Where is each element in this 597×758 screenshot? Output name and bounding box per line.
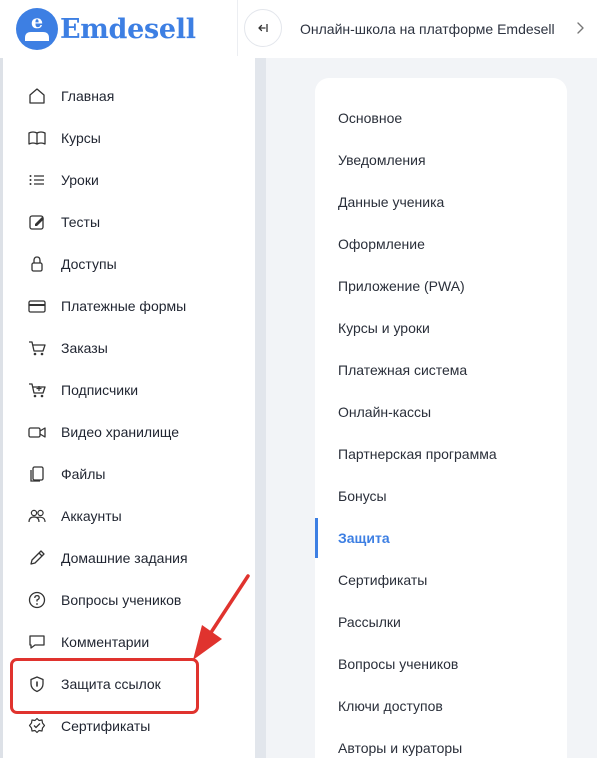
- logo-mark-icon: e: [16, 8, 58, 50]
- question-circle-icon: [28, 591, 46, 609]
- settings-item[interactable]: Сертификаты: [315, 560, 567, 600]
- settings-item-label: Основное: [338, 110, 403, 126]
- settings-item[interactable]: Вопросы учеников: [315, 644, 567, 684]
- sidebar-item-label: Тесты: [61, 214, 101, 230]
- sidebar-item-label: Комментарии: [61, 634, 150, 650]
- sidebar-item[interactable]: Вопросы учеников: [0, 580, 252, 620]
- credit-card-icon: [28, 297, 46, 315]
- settings-item-label: Курсы и уроки: [338, 320, 430, 336]
- logo-letter: e: [31, 11, 43, 33]
- active-indicator: [315, 518, 318, 558]
- badge-check-icon: [28, 717, 46, 735]
- settings-item[interactable]: Курсы и уроки: [315, 308, 567, 348]
- sidebar-item[interactable]: Курсы: [0, 118, 252, 158]
- sidebar-item-label: Подписчики: [61, 382, 139, 398]
- sidebar-item[interactable]: Платежные формы: [0, 286, 252, 326]
- sidebar-item[interactable]: Видео хранилище: [0, 412, 252, 452]
- settings-item[interactable]: Рассылки: [315, 602, 567, 642]
- cart-plus-icon: [28, 381, 46, 399]
- sidebar-item[interactable]: Заказы: [0, 328, 252, 368]
- files-icon: [28, 465, 46, 483]
- settings-item[interactable]: Уведомления: [315, 140, 567, 180]
- settings-item[interactable]: Бонусы: [315, 476, 567, 516]
- settings-item-label: Бонусы: [338, 488, 387, 504]
- settings-item[interactable]: Платежная система: [315, 350, 567, 390]
- settings-item-label: Вопросы учеников: [338, 656, 459, 672]
- settings-item-label: Приложение (PWA): [338, 278, 465, 294]
- settings-item[interactable]: Ключи доступов: [315, 686, 567, 726]
- settings-item[interactable]: Оформление: [315, 224, 567, 264]
- sidebar-item-label: Доступы: [61, 256, 117, 272]
- chevron-right-icon[interactable]: [575, 21, 587, 35]
- collapse-sidebar-button[interactable]: [244, 9, 282, 47]
- settings-item-label: Авторы и кураторы: [338, 740, 463, 756]
- sidebar-item-label: Файлы: [61, 466, 106, 482]
- annotation-highlight-box: [10, 658, 199, 714]
- settings-item-label: Сертификаты: [338, 572, 428, 588]
- sidebar-item-label: Аккаунты: [61, 508, 122, 524]
- school-title[interactable]: Онлайн-школа на платформе Emdesell: [300, 21, 555, 37]
- settings-item-label: Платежная система: [338, 362, 468, 378]
- sidebar-scrollbar[interactable]: [255, 58, 266, 758]
- settings-item-label: Данные ученика: [338, 194, 445, 210]
- settings-item-label: Рассылки: [338, 614, 401, 630]
- settings-item[interactable]: Онлайн-кассы: [315, 392, 567, 432]
- cart-icon: [28, 339, 46, 357]
- sidebar-item[interactable]: Файлы: [0, 454, 252, 494]
- pencil-icon: [28, 549, 46, 567]
- edit-icon: [28, 213, 46, 231]
- settings-item-label: Ключи доступов: [338, 698, 443, 714]
- settings-item[interactable]: Данные ученика: [315, 182, 567, 222]
- sidebar-item[interactable]: Доступы: [0, 244, 252, 284]
- logo[interactable]: e Emdesell: [16, 8, 196, 50]
- settings-item-label: Защита: [338, 530, 390, 546]
- settings-item-label: Онлайн-кассы: [338, 404, 432, 420]
- logo-text: Emdesell: [60, 13, 196, 45]
- sidebar-item[interactable]: Уроки: [0, 160, 252, 200]
- settings-item[interactable]: Авторы и кураторы: [315, 728, 567, 758]
- users-icon: [28, 507, 46, 525]
- list-icon: [28, 171, 46, 189]
- sidebar-item[interactable]: Комментарии: [0, 622, 252, 662]
- header-divider: [237, 0, 238, 56]
- settings-item[interactable]: Приложение (PWA): [315, 266, 567, 306]
- sidebar-item-label: Курсы: [61, 130, 101, 146]
- settings-item[interactable]: Партнерская программа: [315, 434, 567, 474]
- sidebar-item-label: Заказы: [61, 340, 108, 356]
- settings-item-label: Оформление: [338, 236, 425, 252]
- sidebar-item-label: Платежные формы: [61, 298, 187, 314]
- collapse-left-icon: [258, 24, 268, 32]
- sidebar-item[interactable]: Подписчики: [0, 370, 252, 410]
- sidebar-item-label: Главная: [61, 88, 115, 104]
- sidebar-item-label: Видео хранилище: [61, 424, 180, 440]
- sidebar-item[interactable]: Домашние задания: [0, 538, 252, 578]
- sidebar-item-label: Домашние задания: [61, 550, 188, 566]
- sidebar-item[interactable]: Аккаунты: [0, 496, 252, 536]
- sidebar-item-label: Сертификаты: [61, 718, 151, 734]
- settings-item-label: Партнерская программа: [338, 446, 497, 462]
- book-icon: [28, 129, 46, 147]
- video-icon: [28, 423, 46, 441]
- sidebar-item-label: Уроки: [61, 172, 99, 188]
- sidebar-item-label: Вопросы учеников: [61, 592, 182, 608]
- home-icon: [28, 87, 46, 105]
- settings-item[interactable]: Защита: [315, 518, 567, 558]
- sidebar-item[interactable]: Главная: [0, 76, 252, 116]
- lock-icon: [28, 255, 46, 273]
- settings-item-label: Уведомления: [338, 152, 426, 168]
- settings-item[interactable]: Основное: [315, 98, 567, 138]
- comment-icon: [28, 633, 46, 651]
- sidebar-item[interactable]: Тесты: [0, 202, 252, 242]
